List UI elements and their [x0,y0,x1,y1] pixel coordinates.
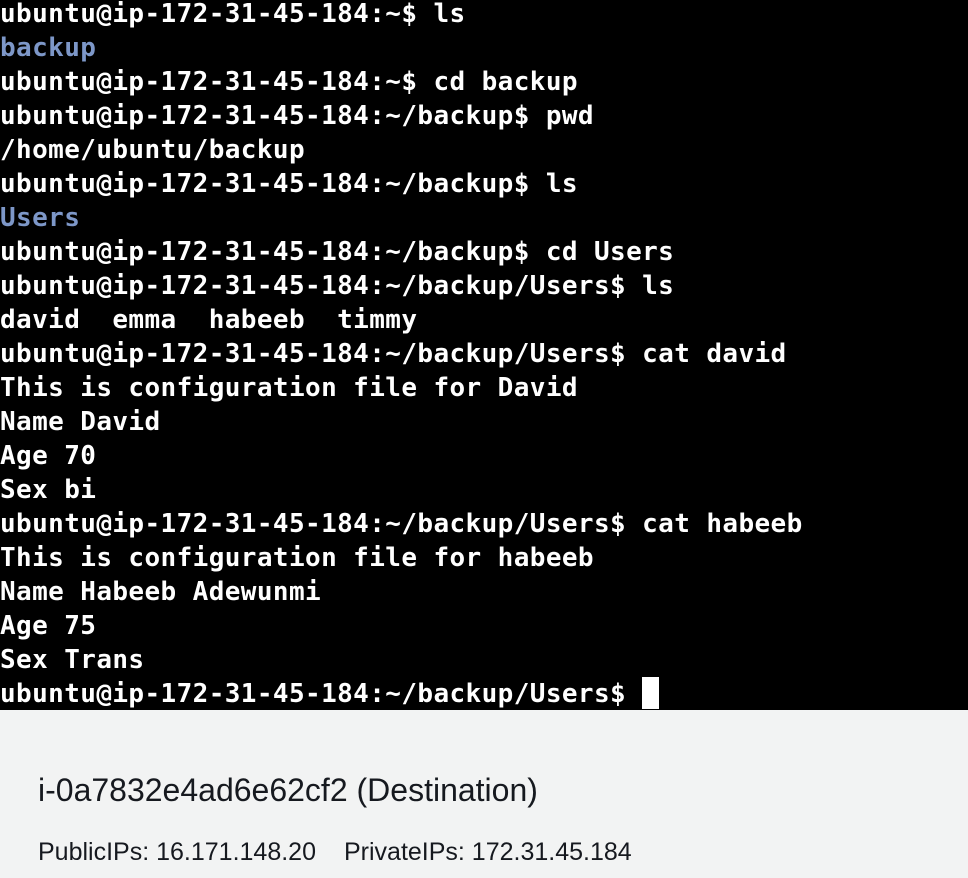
terminal-line: ubuntu@ip-172-31-45-184:~$ cd backup [0,67,578,97]
terminal-window[interactable]: ubuntu@ip-172-31-45-184:~$ ls backup ubu… [0,0,968,710]
terminal-cursor[interactable] [642,676,660,709]
terminal-current-line[interactable]: ubuntu@ip-172-31-45-184:~/backup/Users$ [0,676,803,710]
terminal-line: Sex Trans [0,645,145,675]
terminal-line: Age 70 [0,441,97,471]
terminal-line: ubuntu@ip-172-31-45-184:~$ ls [0,0,466,29]
instance-ips: PublicIPs: 16.171.148.20 PrivateIPs: 172.… [38,838,632,867]
terminal-line: Name Habeeb Adewunmi [0,577,322,607]
terminal-line: Name David [0,407,161,437]
terminal-line: This is configuration file for David [0,373,578,403]
terminal-line: Users [0,203,81,233]
terminal-line: ubuntu@ip-172-31-45-184:~/backup/Users$ … [0,271,675,301]
terminal-line: ubuntu@ip-172-31-45-184:~/backup/Users$ … [0,339,787,369]
terminal-line: ubuntu@ip-172-31-45-184:~/backup$ cd Use… [0,237,675,267]
terminal-line: This is configuration file for habeeb [0,543,594,573]
terminal-line: ubuntu@ip-172-31-45-184:~/backup$ pwd [0,101,594,131]
terminal-line: ubuntu@ip-172-31-45-184:~/backup$ ls [0,169,578,199]
terminal-line: backup [0,33,97,63]
private-ips: PrivateIPs: 172.31.45.184 [343,838,632,866]
terminal-line: ubuntu@ip-172-31-45-184:~/backup/Users$ … [0,509,803,539]
terminal-line: david emma habeeb timmy [0,305,418,335]
terminal-line: /home/ubuntu/backup [0,135,306,165]
terminal-output: ubuntu@ip-172-31-45-184:~$ ls backup ubu… [0,0,803,710]
instance-title: i-0a7832e4ad6e62cf2 (Destination) [38,772,538,808]
terminal-line: Age 75 [0,611,97,641]
terminal-line: Sex bi [0,475,97,505]
instance-info-panel: i-0a7832e4ad6e62cf2 (Destination) Public… [0,710,968,878]
public-ips: PublicIPs: 16.171.148.20 [38,838,316,866]
terminal-prompt: ubuntu@ip-172-31-45-184:~/backup/Users$ [0,679,643,709]
